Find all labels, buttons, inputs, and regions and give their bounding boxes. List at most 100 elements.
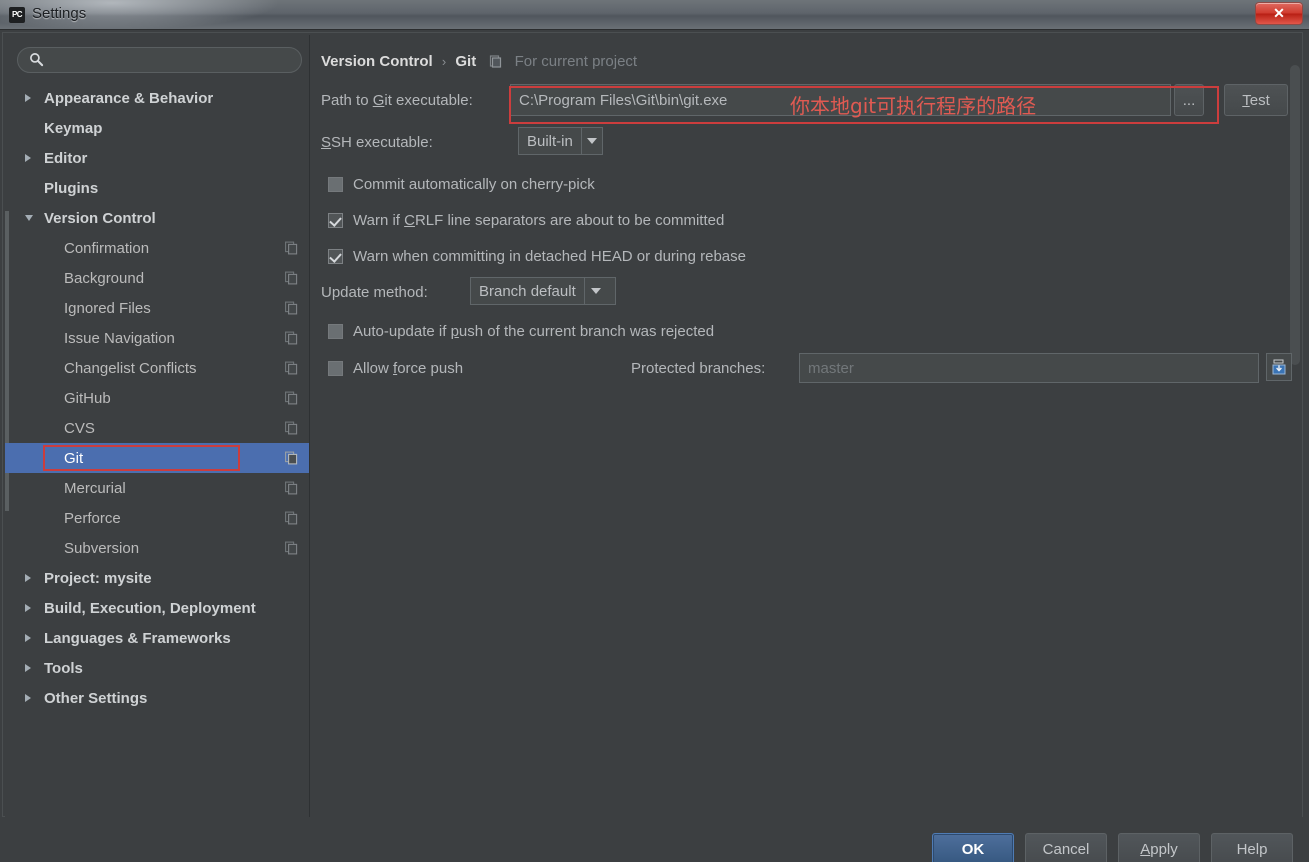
protected-branches-input[interactable]: master xyxy=(799,353,1259,383)
copy-settings-icon[interactable] xyxy=(285,391,298,405)
sidebar-item-label: Confirmation xyxy=(64,239,150,257)
sidebar-item-label: Project: mysite xyxy=(44,569,152,587)
warn-detached-head-checkbox-row[interactable]: Warn when committing in detached HEAD or… xyxy=(328,245,746,267)
force-push-checkbox-row[interactable]: Allow force push xyxy=(328,357,463,379)
copy-settings-icon[interactable] xyxy=(285,481,298,495)
copy-settings-icon[interactable] xyxy=(285,361,298,375)
footer-button-label: Cancel xyxy=(1042,840,1090,858)
sidebar-item-editor[interactable]: Editor xyxy=(5,143,309,173)
sidebar-item-other-settings[interactable]: Other Settings xyxy=(5,683,309,713)
chevron-right-icon[interactable] xyxy=(25,154,31,162)
sidebar-item-appearance-behavior[interactable]: Appearance & Behavior xyxy=(5,83,309,113)
sidebar-item-mercurial[interactable]: Mercurial xyxy=(5,473,309,503)
copy-settings-icon[interactable] xyxy=(285,451,298,465)
copy-settings-icon[interactable] xyxy=(285,511,298,525)
sidebar-item-version-control[interactable]: Version Control xyxy=(5,203,309,233)
force-push-label: Allow force push xyxy=(353,359,464,377)
sidebar-item-build-execution-deployment[interactable]: Build, Execution, Deployment xyxy=(5,593,309,623)
pycharm-icon: PC xyxy=(9,7,25,23)
breadcrumb-root[interactable]: Version Control xyxy=(321,53,433,70)
ssh-executable-row: SSH executable: Built-in xyxy=(321,127,1291,157)
sidebar-item-label: CVS xyxy=(64,419,95,437)
sidebar-item-languages-frameworks[interactable]: Languages & Frameworks xyxy=(5,623,309,653)
footer-button-label: OK xyxy=(961,840,985,858)
copy-settings-icon[interactable] xyxy=(285,301,298,315)
breadcrumb-current: Git xyxy=(455,53,477,70)
sidebar-item-label: Tools xyxy=(44,659,83,677)
chevron-right-icon[interactable] xyxy=(25,694,31,702)
sidebar-item-plugins[interactable]: Plugins xyxy=(5,173,309,203)
protected-branches-label: Protected branches: xyxy=(631,360,766,377)
sidebar-item-label: Keymap xyxy=(44,119,103,137)
cancel-button[interactable]: Cancel xyxy=(1025,833,1107,862)
edit-list-glyph xyxy=(1272,359,1286,375)
settings-tree: Appearance & Behavior Keymap Editor Plugins… xyxy=(5,83,309,713)
apply-button[interactable]: Apply xyxy=(1118,833,1200,862)
commit-cherry-pick-label: Commit automatically on cherry-pick xyxy=(353,175,595,193)
sidebar-item-cvs[interactable]: CVS xyxy=(5,413,309,443)
help-button[interactable]: Help xyxy=(1211,833,1293,862)
sidebar-item-tools[interactable]: Tools xyxy=(5,653,309,683)
dialog-footer: OK Cancel Apply Help xyxy=(2,819,1303,862)
footer-button-label: Help xyxy=(1236,840,1268,858)
force-push-checkbox[interactable] xyxy=(328,360,343,376)
sidebar-item-github[interactable]: GitHub xyxy=(5,383,309,413)
project-scope-icon xyxy=(490,55,502,68)
panel-scrollbar[interactable] xyxy=(1290,65,1300,365)
sidebar-item-git[interactable]: Git xyxy=(5,443,309,473)
sidebar-item-subversion[interactable]: Subversion xyxy=(5,533,309,563)
settings-dialog: PC Settings ✕ Appearance & Behavior Keyma… xyxy=(0,0,1309,862)
git-path-row: Path to Git executable: C:\Program Files… xyxy=(321,83,1291,117)
sidebar-item-ignored-files[interactable]: Ignored Files xyxy=(5,293,309,323)
sidebar-item-issue-navigation[interactable]: Issue Navigation xyxy=(5,323,309,353)
auto-update-checkbox-row[interactable]: Auto-update if push of the current branc… xyxy=(328,320,714,342)
close-icon[interactable]: ✕ xyxy=(1255,2,1303,25)
chevron-right-icon[interactable] xyxy=(25,604,31,612)
warn-crlf-checkbox-row[interactable]: Warn if CRLF line separators are about t… xyxy=(328,209,724,231)
copy-settings-icon[interactable] xyxy=(285,541,298,555)
auto-update-checkbox[interactable] xyxy=(328,323,343,339)
warn-crlf-label: Warn if CRLF line separators are about t… xyxy=(353,211,725,229)
commit-cherry-pick-checkbox[interactable] xyxy=(328,176,343,192)
search-input[interactable] xyxy=(17,47,302,73)
edit-list-icon[interactable] xyxy=(1266,353,1292,381)
sidebar-item-changelist-conflicts[interactable]: Changelist Conflicts xyxy=(5,353,309,383)
copy-settings-icon[interactable] xyxy=(285,271,298,285)
update-method-dropdown[interactable]: Branch default xyxy=(470,277,616,305)
sidebar-item-perforce[interactable]: Perforce xyxy=(5,503,309,533)
chevron-right-icon[interactable] xyxy=(25,634,31,642)
window-title: Settings xyxy=(32,5,87,22)
copy-settings-icon[interactable] xyxy=(285,421,298,435)
sidebar-item-label: Build, Execution, Deployment xyxy=(44,599,256,617)
auto-update-label: Auto-update if push of the current branc… xyxy=(353,322,715,340)
copy-settings-icon[interactable] xyxy=(285,331,298,345)
git-path-input[interactable]: C:\Program Files\Git\bin\git.exe xyxy=(510,84,1171,116)
sidebar-item-background[interactable]: Background xyxy=(5,263,309,293)
ssh-executable-dropdown[interactable]: Built-in xyxy=(518,127,603,155)
title-bar: PC Settings ✕ xyxy=(0,0,1309,30)
sidebar-item-label: GitHub xyxy=(64,389,111,407)
content-frame: Appearance & Behavior Keymap Editor Plugins… xyxy=(2,32,1303,817)
test-button[interactable]: Test xyxy=(1224,84,1288,116)
chevron-right-icon[interactable] xyxy=(25,94,31,102)
warn-detached-head-checkbox[interactable] xyxy=(328,248,343,264)
sidebar-item-confirmation[interactable]: Confirmation xyxy=(5,233,309,263)
ssh-executable-value: Built-in xyxy=(527,132,573,150)
ok-button[interactable]: OK xyxy=(932,833,1014,862)
sidebar-item-label: Plugins xyxy=(44,179,99,197)
chevron-right-icon[interactable] xyxy=(25,664,31,672)
warn-crlf-checkbox[interactable] xyxy=(328,212,343,228)
sidebar-item-label: Subversion xyxy=(64,539,140,557)
sidebar-item-label: Ignored Files xyxy=(64,299,151,317)
copy-settings-icon[interactable] xyxy=(285,241,298,255)
sidebar-item-project-mysite[interactable]: Project: mysite xyxy=(5,563,309,593)
search-icon xyxy=(30,53,44,67)
force-push-row: Allow force push Protected branches: mas… xyxy=(328,353,1292,383)
browse-button[interactable]: ... xyxy=(1174,84,1204,116)
sidebar-item-label: Git xyxy=(64,449,84,467)
chevron-down-icon[interactable] xyxy=(25,215,33,221)
sidebar-item-keymap[interactable]: Keymap xyxy=(5,113,309,143)
chevron-right-icon[interactable] xyxy=(25,574,31,582)
chevron-down-icon xyxy=(585,278,607,304)
commit-cherry-pick-checkbox-row[interactable]: Commit automatically on cherry-pick xyxy=(328,173,595,195)
